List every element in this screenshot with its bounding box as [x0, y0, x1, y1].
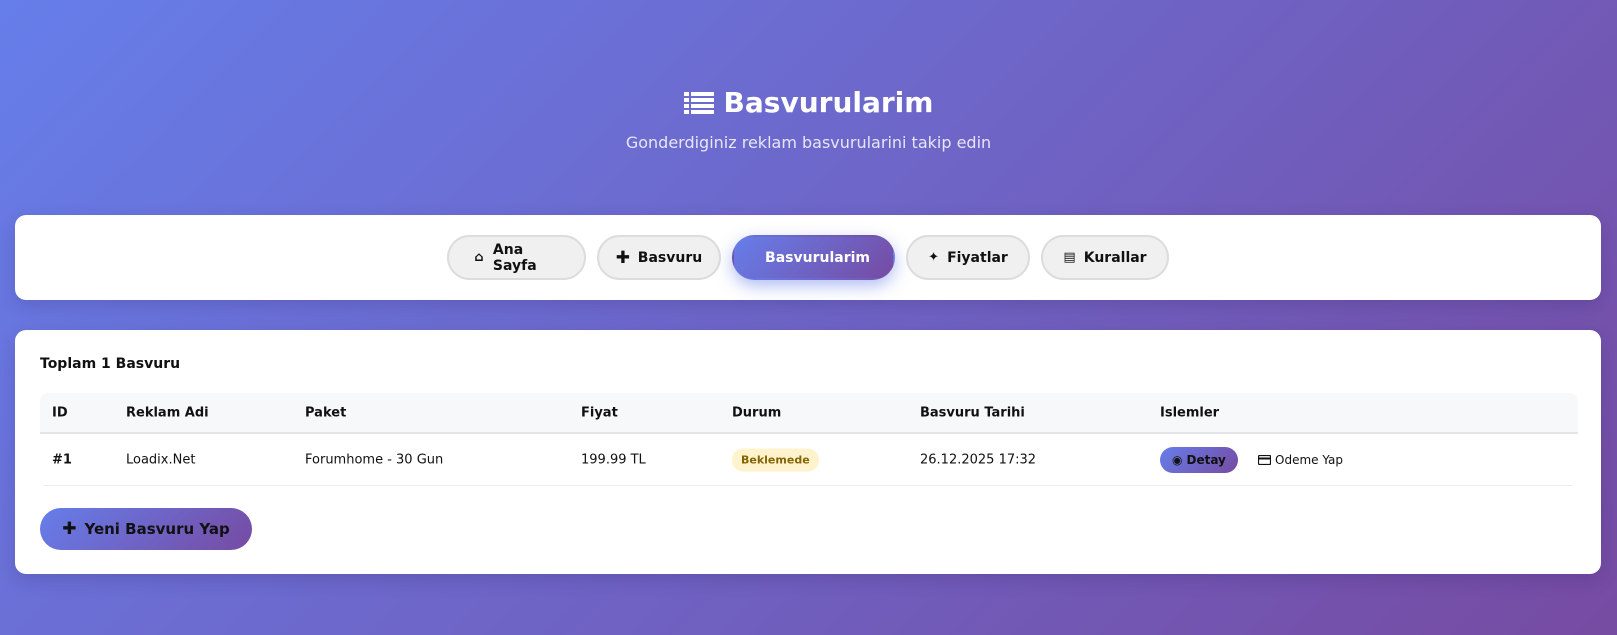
- applications-card: Toplam 1 Basvuru ID Reklam Adi Paket Fiy…: [15, 330, 1601, 574]
- credit-card-icon: [1258, 454, 1271, 465]
- list-icon: [683, 91, 714, 114]
- nav-home-button[interactable]: ⌂ Ana Sayfa: [447, 235, 586, 280]
- row-id: #1: [52, 452, 72, 467]
- new-application-label: Yeni Basvuru Yap: [84, 520, 230, 538]
- book-icon: ▤: [1063, 250, 1076, 265]
- status-badge: Beklemede: [732, 448, 819, 471]
- applications-table: ID Reklam Adi Paket Fiyat Durum Basvuru …: [40, 393, 1578, 486]
- header-date: Basvuru Tarihi: [920, 405, 1025, 420]
- row-package: Forumhome - 30 Gun: [305, 452, 444, 467]
- detail-button[interactable]: ◉ Detay: [1160, 446, 1238, 473]
- header-actions: Islemler: [1160, 405, 1220, 420]
- header-status: Durum: [732, 405, 782, 420]
- tag-icon: ✦: [928, 250, 940, 265]
- nav-basvuru-label: Basvuru: [637, 249, 703, 266]
- table-row: #1 Loadix.Net Forumhome - 30 Gun 199.99 …: [44, 434, 1572, 486]
- pay-label: Odeme Yap: [1275, 452, 1343, 467]
- page-title-text: Basvurularim: [723, 86, 934, 119]
- nav-basvurularim-label: Basvurularim: [765, 249, 870, 266]
- nav-basvurularim-button[interactable]: Basvurularim: [732, 235, 895, 280]
- nav-basvuru-button[interactable]: ✚ Basvuru: [597, 235, 721, 280]
- page-subtitle: Gonderdiginiz reklam basvurularini takip…: [625, 133, 992, 152]
- nav-kurallar-button[interactable]: ▤ Kurallar: [1041, 235, 1169, 280]
- row-name: Loadix.Net: [126, 452, 196, 467]
- page-header: Basvurularim Gonderdiginiz reklam basvur…: [0, 86, 1617, 152]
- plus-icon: ✚: [62, 519, 77, 539]
- header-package: Paket: [305, 405, 347, 420]
- header-price: Fiyat: [581, 405, 618, 420]
- row-price: 199.99 TL: [581, 452, 646, 467]
- header-name: Reklam Adi: [126, 405, 209, 420]
- nav-kurallar-label: Kurallar: [1083, 249, 1147, 266]
- eye-icon: ◉: [1172, 452, 1183, 467]
- detail-label: Detay: [1186, 452, 1226, 467]
- new-application-button[interactable]: ✚ Yeni Basvuru Yap: [40, 508, 252, 550]
- nav-bar: ⌂ Ana Sayfa ✚ Basvuru Basvurularim ✦ Fiy…: [15, 215, 1601, 300]
- pay-button[interactable]: Odeme Yap: [1258, 453, 1343, 467]
- nav-fiyatlar-label: Fiyatlar: [947, 249, 1008, 266]
- home-icon: ⌂: [474, 250, 484, 265]
- plus-icon: ✚: [615, 247, 631, 268]
- page-title: Basvurularim: [0, 86, 1617, 119]
- nav-home-label: Ana Sayfa: [492, 241, 537, 274]
- total-count: Toplam 1 Basvuru: [40, 356, 181, 372]
- table-header: ID Reklam Adi Paket Fiyat Durum Basvuru …: [40, 393, 1578, 434]
- header-id: ID: [52, 405, 68, 420]
- row-date: 26.12.2025 17:32: [920, 452, 1037, 467]
- nav-fiyatlar-button[interactable]: ✦ Fiyatlar: [906, 235, 1030, 280]
